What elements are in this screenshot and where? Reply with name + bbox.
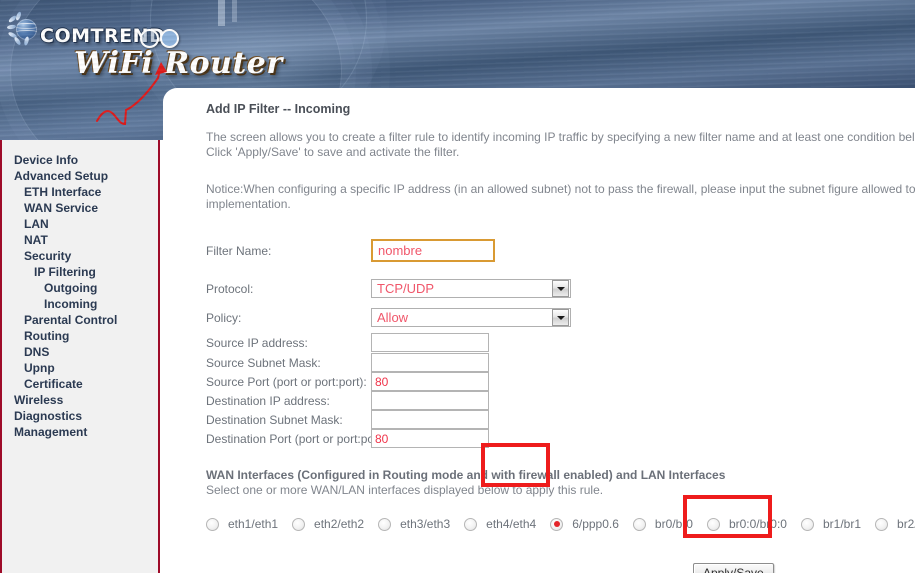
sidebar-item-incoming[interactable]: Incoming — [2, 296, 158, 312]
sidebar-item-nat[interactable]: NAT — [2, 232, 158, 248]
radio-eth4[interactable] — [464, 517, 478, 531]
logo-petal-icon — [23, 36, 30, 46]
source-port-label: Source Port (port or port:port): — [206, 374, 367, 389]
sidebar-item-routing[interactable]: Routing — [2, 328, 158, 344]
sidebar-item-wan-service[interactable]: WAN Service — [2, 200, 158, 216]
apply-button-container: Apply/Save — [206, 563, 915, 573]
source-ip-row: Source IP address: — [206, 332, 915, 353]
policy-row: Policy: Allow — [206, 303, 915, 332]
source-subnet-mask-label: Source Subnet Mask: — [206, 355, 321, 370]
router-admin-page: COMTREND WiFi Router Device Info Advance… — [0, 0, 915, 573]
radio-ppp0-6[interactable] — [550, 517, 564, 531]
destination-subnet-mask-label: Destination Subnet Mask: — [206, 412, 343, 427]
product-name: WiFi Router — [74, 46, 283, 81]
source-mask-row: Source Subnet Mask: — [206, 353, 915, 372]
sidebar-item-certificate[interactable]: Certificate — [2, 376, 158, 392]
radio-label-ppp0-6[interactable]: 6/ppp0.6 — [572, 517, 619, 531]
destination-port-row: Destination Port (port or port:port): — [206, 429, 915, 448]
policy-label: Policy: — [206, 310, 242, 325]
policy-selected-value: Allow — [377, 310, 409, 325]
sidebar-item-dns[interactable]: DNS — [2, 344, 158, 360]
radio-br1[interactable] — [800, 517, 814, 531]
radio-label-br0-0[interactable]: br0:0/br0:0 — [729, 517, 787, 531]
destination-ip-input[interactable] — [371, 391, 489, 410]
filter-name-label: Filter Name: — [206, 243, 272, 258]
radio-eth3[interactable] — [378, 517, 392, 531]
radio-eth2[interactable] — [292, 517, 306, 531]
banner-decorative-bar — [218, 0, 225, 26]
notice-line-2: implementation. — [206, 197, 291, 211]
description-line-2: Click 'Apply/Save' to save and activate … — [206, 145, 460, 159]
protocol-select[interactable]: TCP/UDP — [371, 279, 571, 298]
sidebar-item-diagnostics[interactable]: Diagnostics — [2, 408, 158, 424]
banner-decorative-bar-secondary — [232, 0, 237, 22]
chevron-down-icon[interactable] — [552, 309, 569, 326]
sidebar-navigation: Device Info Advanced Setup ETH Interface… — [0, 140, 160, 573]
protocol-row: Protocol: TCP/UDP — [206, 274, 915, 303]
radio-br2[interactable] — [875, 517, 889, 531]
radio-br0[interactable] — [632, 517, 646, 531]
source-port-row: Source Port (port or port:port): — [206, 372, 915, 391]
protocol-selected-value: TCP/UDP — [377, 281, 435, 296]
logo-petal-icon — [6, 24, 17, 30]
sidebar-item-parental-control[interactable]: Parental Control — [2, 312, 158, 328]
sidebar-item-security[interactable]: Security — [2, 248, 158, 264]
filter-name-row: Filter Name: — [206, 236, 915, 265]
sidebar-item-ip-filtering[interactable]: IP Filtering — [2, 264, 158, 280]
notice-line-1: Notice:When configuring a specific IP ad… — [206, 182, 915, 196]
page-title: Add IP Filter -- Incoming — [206, 102, 351, 116]
sidebar-item-advanced-setup[interactable]: Advanced Setup — [2, 168, 158, 184]
radio-label-br2[interactable]: br2/br2 — [897, 517, 915, 531]
sidebar-item-management[interactable]: Management — [2, 424, 158, 440]
radio-label-br0[interactable]: br0/br0 — [655, 517, 693, 531]
filter-name-input[interactable] — [371, 239, 495, 262]
source-ip-input[interactable] — [371, 333, 489, 352]
sidebar-item-eth-interface[interactable]: ETH Interface — [2, 184, 158, 200]
destination-mask-row: Destination Subnet Mask: — [206, 410, 915, 429]
sidebar-item-lan[interactable]: LAN — [2, 216, 158, 232]
radio-label-eth4[interactable]: eth4/eth4 — [486, 517, 536, 531]
wan-interface-radio-group: eth1/eth1 eth2/eth2 eth3/eth3 eth4/eth4 … — [206, 517, 915, 531]
destination-port-input[interactable] — [371, 429, 489, 448]
comtrend-globe-logo-icon — [6, 11, 42, 48]
wan-interfaces-subheading: Select one or more WAN/LAN interfaces di… — [206, 483, 604, 497]
sidebar-item-wireless[interactable]: Wireless — [2, 392, 158, 408]
radio-label-eth3[interactable]: eth3/eth3 — [400, 517, 450, 531]
sidebar-item-device-info[interactable]: Device Info — [2, 152, 158, 168]
protocol-label: Protocol: — [206, 281, 254, 296]
wan-interfaces-heading: WAN Interfaces (Configured in Routing mo… — [206, 468, 726, 482]
chevron-down-icon[interactable] — [552, 280, 569, 297]
description-line-1: The screen allows you to create a filter… — [206, 130, 915, 144]
destination-subnet-mask-input[interactable] — [371, 410, 489, 429]
ip-filter-form: Filter Name: Protocol: TCP/UDP Policy: A… — [206, 236, 915, 448]
source-ip-label: Source IP address: — [206, 335, 308, 350]
radio-label-eth1[interactable]: eth1/eth1 — [228, 517, 278, 531]
main-content-panel: Add IP Filter -- Incoming The screen all… — [163, 88, 915, 573]
destination-ip-row: Destination IP address: — [206, 391, 915, 410]
sidebar-item-outgoing[interactable]: Outgoing — [2, 280, 158, 296]
apply-save-button[interactable]: Apply/Save — [693, 563, 774, 573]
radio-label-eth2[interactable]: eth2/eth2 — [314, 517, 364, 531]
sidebar-item-upnp[interactable]: Upnp — [2, 360, 158, 376]
source-subnet-mask-input[interactable] — [371, 353, 489, 372]
policy-select[interactable]: Allow — [371, 308, 571, 327]
destination-port-label: Destination Port (port or port:port): — [206, 431, 389, 446]
destination-ip-label: Destination IP address: — [206, 393, 330, 408]
radio-br0-0[interactable] — [706, 517, 720, 531]
radio-eth1[interactable] — [206, 517, 219, 531]
radio-label-br1[interactable]: br1/br1 — [823, 517, 861, 531]
source-port-input[interactable] — [371, 372, 489, 391]
